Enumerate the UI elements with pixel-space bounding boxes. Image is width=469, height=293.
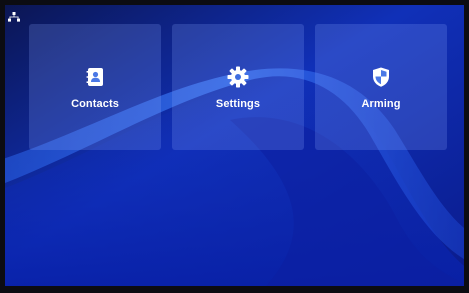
network-icon (8, 12, 20, 22)
arming-label: Arming (361, 98, 401, 110)
arming-tile[interactable]: Arming (315, 24, 447, 150)
shield-icon (373, 67, 389, 87)
status-bar (8, 9, 22, 23)
contacts-icon (86, 68, 103, 86)
contacts-label: Contacts (71, 98, 119, 110)
gear-icon (227, 66, 249, 88)
settings-tile[interactable]: Settings (172, 24, 304, 150)
home-screen: Contacts Settings Arming (0, 0, 469, 293)
settings-label: Settings (215, 98, 261, 110)
contacts-tile[interactable]: Contacts (29, 24, 161, 150)
